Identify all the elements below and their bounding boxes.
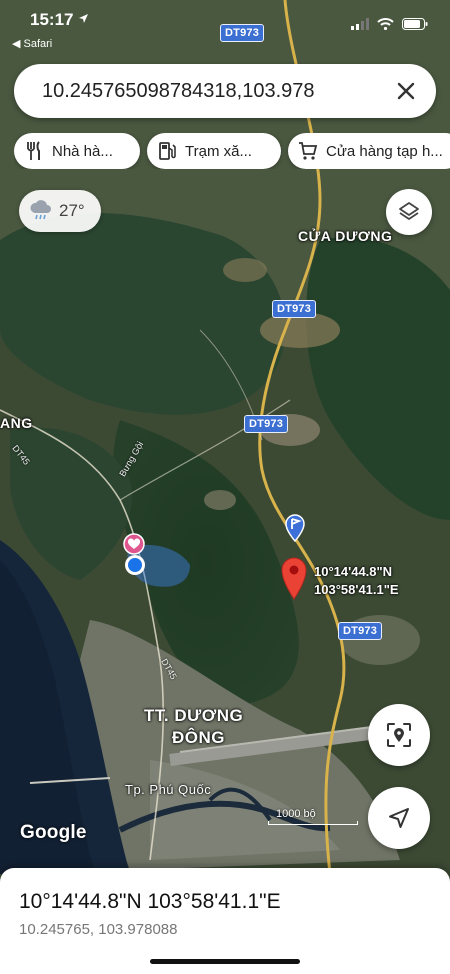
search-input[interactable]: 10.245765098784318,103.978	[42, 80, 362, 103]
flag-marker-icon[interactable]	[284, 514, 306, 542]
place-label-duong-dong-line1: TT. DƯƠNG	[144, 706, 244, 725]
back-to-safari[interactable]: ◀ Safari	[12, 37, 52, 50]
sheet-subtitle: 10.245765, 103.978088	[19, 921, 178, 938]
place-label-duong-dong-line2: ĐÔNG	[172, 728, 225, 747]
scale-label: 1000 bộ	[276, 808, 316, 820]
road-shield-dt973: DT973	[244, 415, 289, 433]
chip-restaurants[interactable]: Nhà hà...	[14, 133, 140, 169]
search-bar[interactable]: 10.245765098784318,103.978	[14, 64, 436, 118]
status-bar: 15:17 ◀ Safari	[0, 0, 450, 54]
status-time: 15:17	[30, 10, 89, 30]
chip-label: Cửa hàng tạp h...	[326, 142, 443, 160]
weather-chip[interactable]: 27°	[19, 190, 101, 232]
shopping-cart-icon	[299, 142, 318, 160]
street-view-icon	[387, 723, 411, 747]
location-arrow-icon	[79, 14, 89, 23]
chip-convenience-stores[interactable]: Cửa hàng tạp h...	[288, 133, 450, 169]
street-view-button[interactable]	[368, 704, 430, 766]
road-shield-dt973: DT973	[272, 300, 317, 318]
weather-temperature: 27°	[59, 201, 85, 220]
chip-label: Nhà hà...	[52, 142, 113, 160]
pin-longitude: 103°58'41.1"E	[314, 582, 399, 597]
rain-cloud-icon	[30, 200, 51, 220]
gas-station-icon	[159, 142, 176, 160]
pin-coordinates-label: 10°14'44.8"N 103°58'41.1"E	[314, 563, 399, 599]
place-details-sheet[interactable]: 10°14'44.8"N 103°58'41.1"E 10.245765, 10…	[0, 868, 450, 974]
home-indicator	[150, 959, 300, 964]
wifi-icon	[377, 18, 394, 30]
chip-label: Trạm xă...	[185, 142, 252, 160]
close-icon[interactable]	[394, 79, 418, 103]
layers-button[interactable]	[386, 189, 432, 235]
dropped-pin-icon[interactable]	[280, 556, 308, 600]
road-shield-dt973: DT973	[338, 622, 383, 640]
layers-icon	[399, 202, 419, 220]
place-label-cua-duong: CỬA DƯƠNG	[298, 228, 393, 244]
scale-bar	[268, 821, 358, 825]
my-location-button[interactable]	[368, 787, 430, 849]
chip-gas-stations[interactable]: Trạm xă...	[147, 133, 281, 169]
pin-latitude: 10°14'44.8"N	[314, 564, 393, 579]
category-chips: Nhà hà... Trạm xă... Cửa hàng tạp h...	[14, 133, 450, 169]
current-location-dot	[125, 555, 145, 575]
battery-icon	[402, 18, 428, 30]
google-logo: Google	[20, 822, 87, 843]
system-icons	[351, 18, 428, 30]
place-label-phu-quoc: Tp. Phú Quốc	[125, 782, 212, 797]
restaurant-icon	[27, 141, 40, 160]
cellular-signal-icon	[351, 18, 369, 30]
saved-place-heart-icon[interactable]	[122, 533, 146, 555]
navigation-arrow-icon	[389, 808, 409, 828]
sheet-title: 10°14'44.8"N 103°58'41.1"E	[19, 890, 281, 913]
place-label-ang: ANG	[0, 415, 33, 431]
